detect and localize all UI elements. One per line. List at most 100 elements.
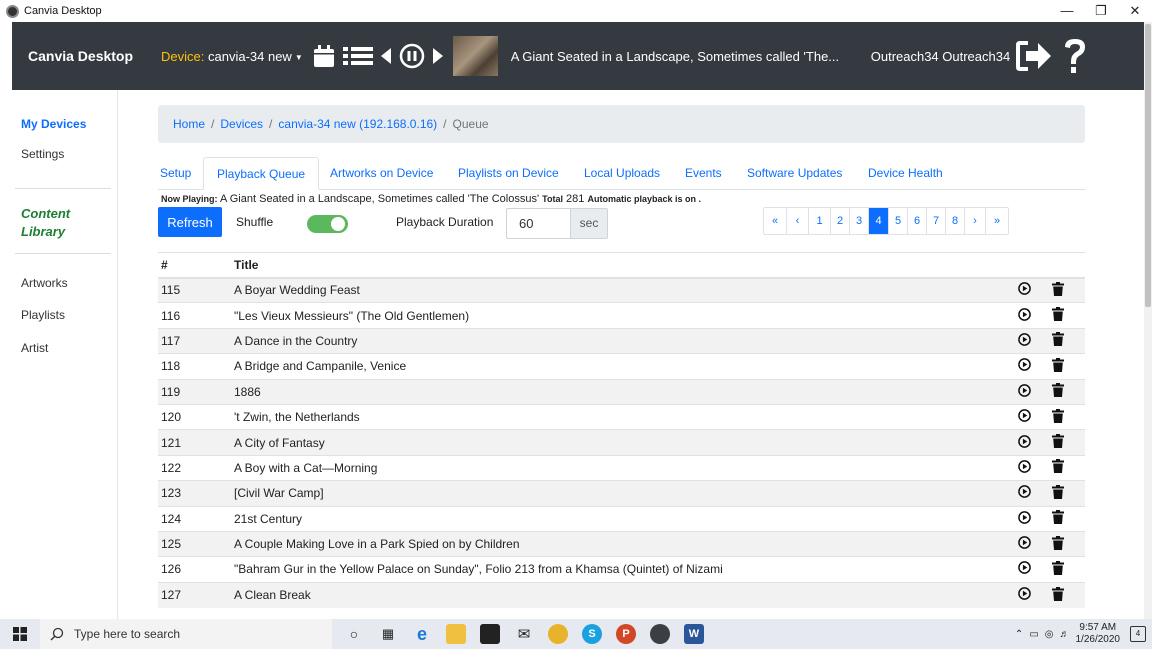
pause-icon[interactable] [399, 43, 425, 69]
play-button[interactable] [997, 276, 1052, 303]
notifications-icon[interactable]: 4 [1130, 626, 1146, 642]
play-button[interactable] [997, 378, 1052, 405]
powerpoint-icon[interactable]: P [616, 624, 636, 644]
shuffle-toggle[interactable] [307, 215, 348, 233]
taskbar-search[interactable]: Type here to search [40, 619, 332, 649]
breadcrumb-home[interactable]: Home [173, 117, 205, 131]
delete-button[interactable] [1052, 353, 1085, 380]
page-prev[interactable]: ‹ [787, 208, 809, 234]
tab-local-uploads[interactable]: Local Uploads [584, 157, 660, 190]
list-icon[interactable] [342, 44, 373, 68]
brand[interactable]: Canvia Desktop [28, 48, 150, 64]
sidebar-item-my-devices[interactable]: My Devices [21, 117, 86, 131]
trash-icon [1052, 459, 1064, 474]
chevron-up-icon[interactable]: ⌃ [1015, 629, 1023, 640]
delete-button[interactable] [1052, 556, 1085, 583]
play-button[interactable] [997, 530, 1052, 557]
sidebar-divider [15, 253, 111, 254]
play-button[interactable] [997, 302, 1052, 329]
mail-icon[interactable]: ✉ [514, 624, 534, 644]
tab-events[interactable]: Events [685, 157, 722, 190]
page-2[interactable]: 2 [831, 208, 850, 234]
page-7[interactable]: 7 [927, 208, 946, 234]
sidebar-item-artworks[interactable]: Artworks [21, 276, 68, 290]
play-button[interactable] [997, 556, 1052, 583]
page-4[interactable]: 4 [869, 208, 889, 234]
delete-button[interactable] [1052, 530, 1085, 557]
page-next[interactable]: › [965, 208, 986, 234]
delete-button[interactable] [1052, 454, 1085, 481]
previous-icon[interactable] [380, 46, 391, 66]
device-dropdown[interactable]: Device: canvia-34 new ▼ [161, 49, 303, 64]
chrome-icon[interactable] [548, 624, 568, 644]
tab-software-updates[interactable]: Software Updates [747, 157, 842, 190]
delete-button[interactable] [1052, 429, 1085, 456]
edge-icon[interactable]: e [412, 624, 432, 644]
file-explorer-icon[interactable] [446, 624, 466, 644]
windows-icon [13, 627, 27, 641]
minimize-button[interactable]: — [1050, 0, 1084, 22]
page-5[interactable]: 5 [889, 208, 908, 234]
breadcrumb-devices[interactable]: Devices [220, 117, 263, 131]
play-button[interactable] [997, 581, 1052, 608]
page-scrollbar[interactable] [1144, 22, 1152, 619]
store-icon[interactable] [480, 624, 500, 644]
play-button[interactable] [997, 429, 1052, 456]
calendar-icon[interactable] [313, 44, 335, 68]
next-icon[interactable] [432, 46, 443, 66]
play-button[interactable] [997, 505, 1052, 532]
delete-button[interactable] [1052, 378, 1085, 405]
scrollbar-thumb[interactable] [1145, 24, 1151, 307]
battery-icon[interactable]: ▭ [1029, 629, 1038, 640]
delete-button[interactable] [1052, 480, 1085, 507]
skype-icon[interactable]: S [582, 624, 602, 644]
clock[interactable]: 9:57 AM 1/26/2020 [1076, 622, 1121, 646]
word-icon[interactable]: W [684, 624, 704, 644]
delete-button[interactable] [1052, 581, 1085, 608]
help-icon[interactable] [1062, 37, 1088, 75]
tab-artworks-on-device[interactable]: Artworks on Device [330, 157, 433, 190]
play-button[interactable] [997, 454, 1052, 481]
delete-button[interactable] [1052, 505, 1085, 532]
breadcrumb-separator: / [443, 117, 447, 131]
page-first[interactable]: « [764, 208, 787, 234]
refresh-button[interactable]: Refresh [158, 207, 222, 237]
restore-button[interactable]: ❐ [1084, 0, 1118, 22]
play-button[interactable] [997, 327, 1052, 354]
delete-button[interactable] [1052, 403, 1085, 430]
sidebar-item-artist[interactable]: Artist [21, 341, 48, 355]
page-3[interactable]: 3 [850, 208, 869, 234]
page-8[interactable]: 8 [946, 208, 965, 234]
canvia-desktop-icon[interactable] [650, 624, 670, 644]
now-playing-label: Now Playing: [161, 194, 218, 204]
tab-setup[interactable]: Setup [160, 157, 191, 190]
page-6[interactable]: 6 [908, 208, 927, 234]
user-name[interactable]: Outreach34 Outreach34 [871, 49, 1010, 64]
task-view-icon[interactable]: ▦ [378, 624, 398, 644]
delete-button[interactable] [1052, 302, 1085, 329]
logout-icon[interactable] [1016, 40, 1052, 72]
delete-button[interactable] [1052, 327, 1085, 354]
tab-playback-queue[interactable]: Playback Queue [203, 157, 320, 190]
start-button[interactable] [0, 619, 40, 649]
page-1[interactable]: 1 [809, 208, 831, 234]
tab-playlists-on-device[interactable]: Playlists on Device [458, 157, 559, 190]
play-button[interactable] [997, 480, 1052, 507]
total-label: Total [542, 194, 563, 204]
sidebar-item-settings[interactable]: Settings [21, 147, 64, 161]
delete-button[interactable] [1052, 276, 1085, 303]
wifi-icon[interactable]: ◎ [1045, 629, 1054, 640]
table-row: 127 A Clean Break [158, 581, 1085, 608]
play-circle-icon [1018, 587, 1031, 600]
tab-device-health[interactable]: Device Health [868, 157, 943, 190]
cortana-icon[interactable]: ○ [344, 624, 364, 644]
breadcrumb-device[interactable]: canvia-34 new (192.168.0.16) [278, 117, 437, 131]
play-button[interactable] [997, 353, 1052, 380]
play-button[interactable] [997, 403, 1052, 430]
volume-icon[interactable]: ♬ [1060, 629, 1070, 640]
sidebar-item-playlists[interactable]: Playlists [21, 308, 65, 322]
column-header-number: # [158, 252, 234, 279]
playback-duration-input[interactable] [506, 208, 571, 239]
close-button[interactable]: ✕ [1118, 0, 1152, 22]
page-last[interactable]: » [986, 208, 1008, 234]
